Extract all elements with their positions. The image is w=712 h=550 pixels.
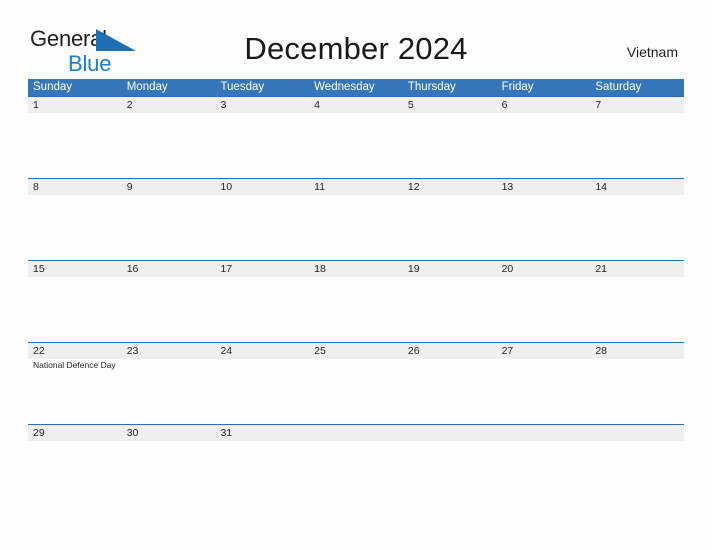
day-number: 27	[501, 345, 514, 357]
day-cell-7[interactable]: 7	[590, 97, 684, 178]
day-cells: 29 30 31	[28, 425, 684, 447]
weekday-header-monday: Monday	[126, 81, 168, 93]
day-cell-3[interactable]: 3	[215, 97, 309, 178]
day-cells: 8 9 10 11 12 13 14	[28, 179, 684, 260]
day-cell-9[interactable]: 9	[122, 179, 216, 260]
calendar-grid: Sunday Monday Tuesday Wednesday Thursday Frid…	[28, 79, 684, 447]
day-number: 6	[501, 99, 508, 111]
day-number: 23	[126, 345, 139, 357]
day-number: 3	[220, 99, 227, 111]
calendar-weeks: 1 2 3 4 5 6 7 8 9 10 11 12 13 14 15 16 17 18 19 20 21 22 Natio…	[28, 96, 684, 447]
day-cell-empty	[403, 425, 497, 447]
day-number: 9	[126, 181, 133, 193]
day-number: 2	[126, 99, 133, 111]
day-number: 14	[595, 181, 607, 193]
day-number: 29	[33, 427, 45, 439]
day-number: 31	[220, 427, 233, 439]
day-cell-16[interactable]: 16	[122, 261, 216, 342]
day-events: National Defence Day	[33, 360, 118, 371]
day-cell-30[interactable]: 30	[122, 425, 216, 447]
day-cell-empty	[590, 425, 684, 447]
day-number: 1	[33, 99, 39, 111]
day-number: 11	[314, 181, 326, 193]
day-number: 30	[126, 427, 139, 439]
day-number: 17	[220, 263, 233, 275]
day-number: 5	[407, 99, 414, 111]
day-number: 25	[314, 345, 326, 357]
calendar-week-row: 15 16 17 18 19 20 21	[28, 260, 684, 342]
day-cells: 22 National Defence Day 23 24 25 26 27 28	[28, 343, 684, 424]
day-cell-24[interactable]: 24	[215, 343, 309, 424]
day-number: 7	[595, 99, 602, 111]
day-cell-15[interactable]: 15	[28, 261, 122, 342]
calendar-week-row: 29 30 31	[28, 424, 684, 447]
day-number: 4	[314, 99, 320, 111]
day-cell-20[interactable]: 20	[497, 261, 591, 342]
day-number: 10	[220, 181, 233, 193]
day-number: 12	[407, 181, 420, 193]
weekday-header-sunday: Sunday	[33, 81, 73, 93]
calendar-week-row: 1 2 3 4 5 6 7	[28, 96, 684, 178]
day-cells: 1 2 3 4 5 6 7	[28, 97, 684, 178]
day-cell-2[interactable]: 2	[122, 97, 216, 178]
weekday-header-wednesday: Wednesday	[314, 81, 375, 93]
day-number: 15	[33, 263, 45, 275]
weekday-header-friday: Friday	[501, 81, 534, 93]
day-cell-29[interactable]: 29	[28, 425, 122, 447]
event-label: National Defence Day	[33, 360, 116, 370]
day-cell-12[interactable]: 12	[403, 179, 497, 260]
day-number: 8	[33, 181, 39, 193]
day-number: 19	[407, 263, 420, 275]
weekday-header-row: Sunday Monday Tuesday Wednesday Thursday Frid…	[28, 79, 684, 96]
day-cell-8[interactable]: 8	[28, 179, 122, 260]
day-number: 24	[220, 345, 233, 357]
day-number: 20	[501, 263, 514, 275]
page-header: General Blue December 2024 Vietnam	[0, 0, 712, 79]
day-number: 26	[407, 345, 420, 357]
day-cells: 15 16 17 18 19 20 21	[28, 261, 684, 342]
day-cell-10[interactable]: 10	[215, 179, 309, 260]
day-number: 13	[501, 181, 514, 193]
day-cell-6[interactable]: 6	[497, 97, 591, 178]
day-cell-14[interactable]: 14	[590, 179, 684, 260]
day-number: 18	[314, 263, 326, 275]
day-number: 21	[595, 263, 607, 275]
day-cell-1[interactable]: 1	[28, 97, 122, 178]
day-cell-13[interactable]: 13	[497, 179, 591, 260]
day-cell-18[interactable]: 18	[309, 261, 403, 342]
day-number: 28	[595, 345, 607, 357]
page-title: December 2024	[244, 31, 468, 66]
day-cell-31[interactable]: 31	[215, 425, 309, 447]
day-cell-empty	[497, 425, 591, 447]
calendar-week-row: 8 9 10 11 12 13 14	[28, 178, 684, 260]
day-cell-21[interactable]: 21	[590, 261, 684, 342]
day-cell-19[interactable]: 19	[403, 261, 497, 342]
weekday-header-tuesday: Tuesday	[220, 81, 265, 93]
day-cell-22[interactable]: 22 National Defence Day	[28, 343, 122, 424]
weekday-header-saturday: Saturday	[595, 81, 642, 93]
day-number: 16	[126, 263, 139, 275]
day-cell-5[interactable]: 5	[403, 97, 497, 178]
day-cell-4[interactable]: 4	[309, 97, 403, 178]
day-cell-17[interactable]: 17	[215, 261, 309, 342]
day-cell-25[interactable]: 25	[309, 343, 403, 424]
region-label: Vietnam	[626, 44, 678, 60]
day-cell-28[interactable]: 28	[590, 343, 684, 424]
day-cell-empty	[309, 425, 403, 447]
day-cell-27[interactable]: 27	[497, 343, 591, 424]
day-number: 22	[33, 345, 45, 357]
weekday-header-thursday: Thursday	[407, 81, 456, 93]
day-cell-26[interactable]: 26	[403, 343, 497, 424]
calendar-week-row: 22 National Defence Day 23 24 25 26 27 28	[28, 342, 684, 424]
day-cell-23[interactable]: 23	[122, 343, 216, 424]
day-cell-11[interactable]: 11	[309, 179, 403, 260]
